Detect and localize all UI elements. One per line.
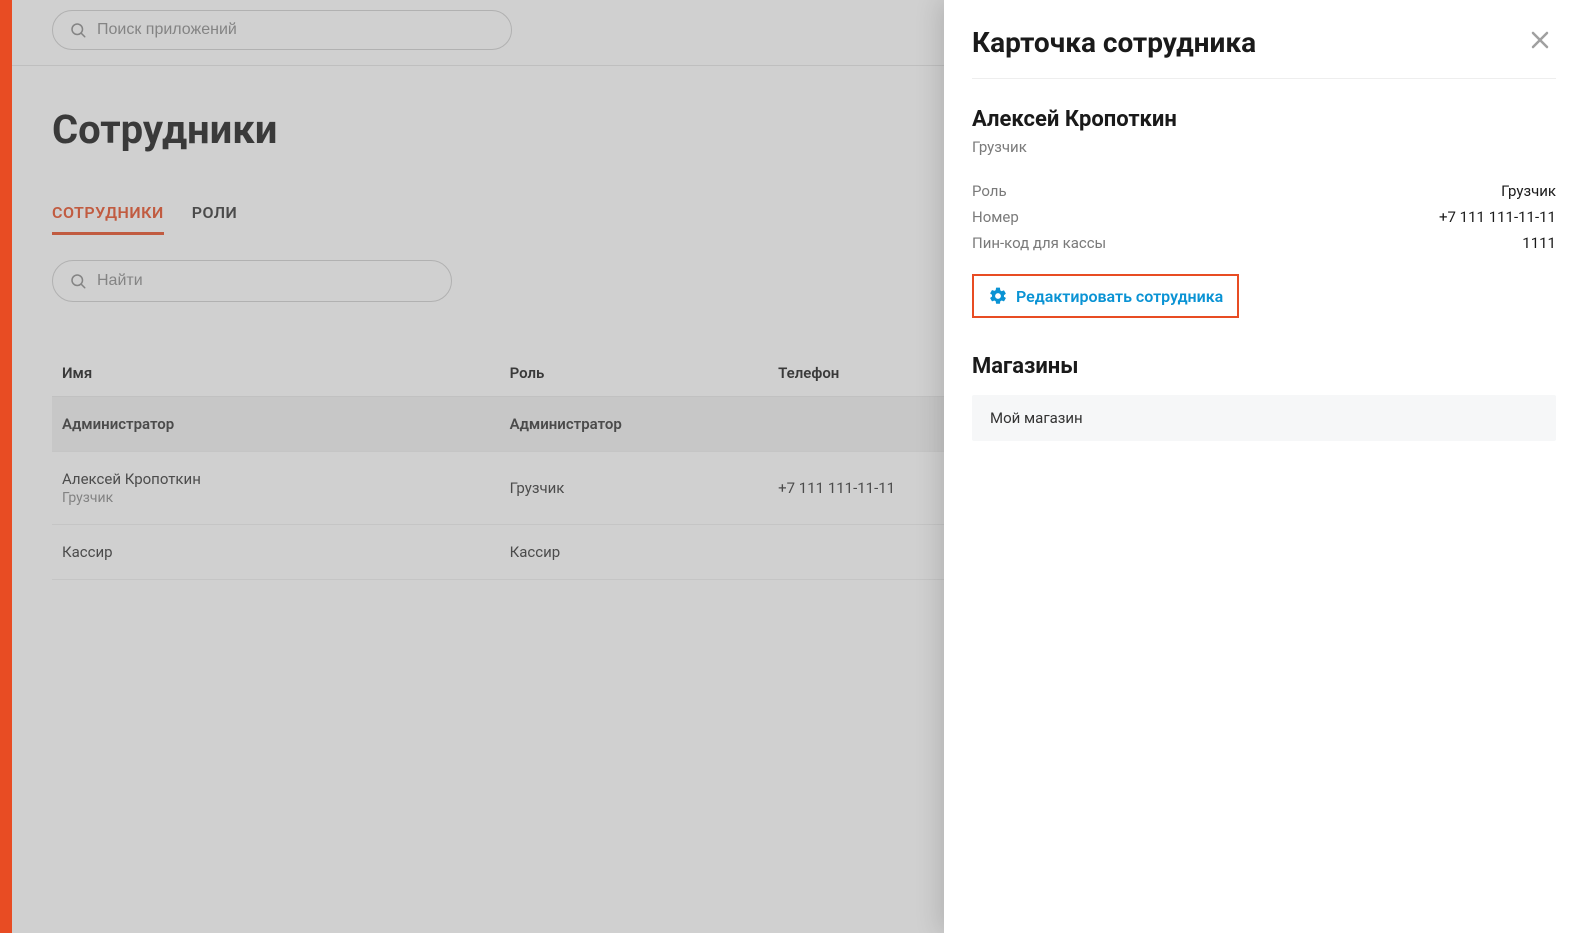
detail-pin-value: 1111 [1522, 234, 1556, 252]
filter-input[interactable] [97, 272, 435, 290]
gear-icon [988, 286, 1008, 306]
row-role: Кассир [500, 525, 769, 580]
close-button[interactable] [1524, 24, 1556, 60]
detail-role: Роль Грузчик [972, 178, 1556, 204]
row-name: Администратор [62, 415, 490, 433]
tab-employees[interactable]: СОТРУДНИКИ [52, 193, 164, 235]
detail-role-label: Роль [972, 182, 1007, 200]
app-search-field[interactable] [52, 10, 512, 50]
filter-field[interactable] [52, 260, 452, 302]
detail-phone-label: Номер [972, 208, 1019, 226]
edit-employee-button[interactable]: Редактировать сотрудника [972, 274, 1239, 318]
app-search-input[interactable] [97, 21, 495, 39]
employee-fullname: Алексей Кропоткин [972, 107, 1556, 132]
detail-pin: Пин-код для кассы 1111 [972, 230, 1556, 256]
store-item[interactable]: Мой магазин [972, 395, 1556, 441]
detail-phone-value: +7 111 111-11-11 [1439, 208, 1556, 226]
tab-roles[interactable]: РОЛИ [192, 193, 238, 235]
edit-employee-label: Редактировать сотрудника [1016, 287, 1223, 306]
employee-card-panel: Карточка сотрудника Алексей Кропоткин Гр… [944, 0, 1584, 933]
stores-heading: Магазины [972, 354, 1556, 379]
row-name: Алексей Кропоткин [62, 470, 490, 488]
col-name[interactable]: Имя [52, 350, 500, 397]
col-role[interactable]: Роль [500, 350, 769, 397]
row-name: Кассир [62, 543, 490, 561]
row-subtitle: Грузчик [62, 490, 490, 506]
panel-header: Карточка сотрудника [972, 24, 1556, 79]
close-icon [1528, 28, 1552, 52]
panel-title: Карточка сотрудника [972, 26, 1256, 59]
employee-position: Грузчик [972, 138, 1556, 156]
detail-pin-label: Пин-код для кассы [972, 234, 1106, 252]
search-icon [69, 272, 87, 290]
row-role: Администратор [500, 397, 769, 452]
detail-role-value: Грузчик [1501, 182, 1556, 200]
detail-phone: Номер +7 111 111-11-11 [972, 204, 1556, 230]
row-role: Грузчик [500, 452, 769, 525]
search-icon [69, 21, 87, 39]
sidebar-accent-strip [0, 0, 12, 933]
